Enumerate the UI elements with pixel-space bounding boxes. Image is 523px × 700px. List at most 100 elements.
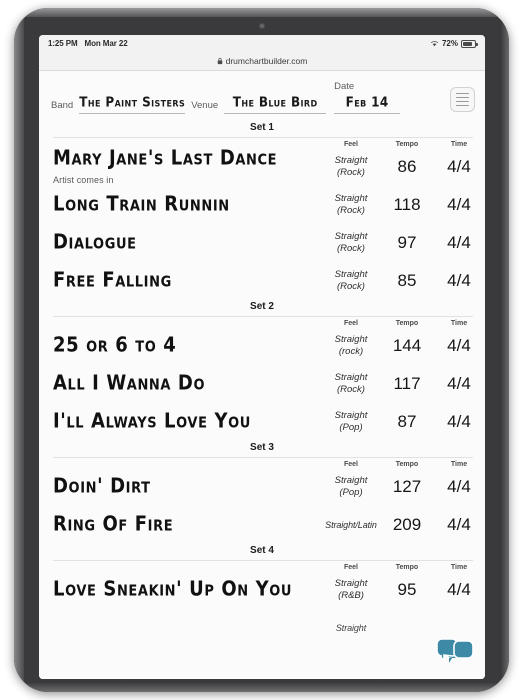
song-title-wrap: I'll Always Love You xyxy=(53,409,321,434)
song-feel-main: Straight xyxy=(334,578,368,590)
column-header-spacer xyxy=(39,564,321,571)
song-title: I'll Always Love You xyxy=(53,409,251,434)
chart-header-form: Band The Paint Sisters Venue The Blue Bi… xyxy=(39,71,485,121)
venue-value: The Blue Bird xyxy=(232,94,318,110)
song-row[interactable]: Free Falling Straight (Rock) 85 4/4 xyxy=(39,262,485,300)
tablet-screen: 1:25 PM Mon Mar 22 72% drumchartbuilder. xyxy=(39,35,485,679)
column-header-row: Feel Tempo Time xyxy=(39,317,485,327)
set-title: Set 1 xyxy=(250,122,274,133)
song-feel: Straight (Rock) xyxy=(321,269,381,292)
column-header-time: Time xyxy=(450,141,468,148)
column-header-spacer xyxy=(39,461,321,468)
column-header-time: Time xyxy=(450,320,468,327)
status-bar-left: 1:25 PM Mon Mar 22 xyxy=(48,39,128,48)
song-time: 4/4 xyxy=(447,477,471,496)
song-feel-main: Straight xyxy=(334,372,368,384)
set-list: Set 1 Feel Tempo Time Mary Jane's Last Dance… xyxy=(39,121,485,647)
song-tempo: 87 xyxy=(397,412,417,431)
song-feel: Straight (Pop) xyxy=(321,410,381,433)
battery-icon xyxy=(461,39,478,48)
set-title: Set 2 xyxy=(250,301,274,312)
song-feel-sub: (Rock) xyxy=(337,281,365,292)
song-row[interactable]: Doin' Dirt Straight (Pop) 127 4/4 xyxy=(39,468,485,506)
drum-chart-page: Band The Paint Sisters Venue The Blue Bi… xyxy=(39,71,485,679)
song-feel-main: Straight xyxy=(334,155,368,167)
song-row[interactable]: Straight xyxy=(39,609,485,647)
song-row[interactable]: I'll Always Love You Straight (Pop) 87 4/4 xyxy=(39,403,485,441)
song-row[interactable]: 25 or 6 to 4 Straight (rock) 144 4/4 xyxy=(39,327,485,365)
song-row[interactable]: Mary Jane's Last Dance Artist comes in Str… xyxy=(39,146,485,186)
status-time: 1:25 PM xyxy=(48,39,78,48)
song-title-wrap: Love Sneakin' Up On You xyxy=(53,577,321,602)
song-tempo: 144 xyxy=(392,336,422,355)
song-tempo: 118 xyxy=(393,195,421,214)
date-input[interactable]: Feb 14 xyxy=(334,93,401,114)
song-title-wrap: Dialogue xyxy=(53,230,321,255)
bezel-right xyxy=(501,8,509,692)
column-header-feel: Feel xyxy=(343,141,358,148)
song-feel-main: Straight xyxy=(334,269,368,281)
song-title: Dialogue xyxy=(53,230,137,255)
status-bar-right: 72% xyxy=(430,39,478,48)
band-input[interactable]: The Paint Sisters xyxy=(79,93,186,114)
song-feel-main: Straight xyxy=(334,475,368,487)
bottom-fade xyxy=(39,675,485,679)
song-title-wrap: Doin' Dirt xyxy=(53,474,321,499)
song-row[interactable]: All I Wanna Do Straight (Rock) 117 4/4 xyxy=(39,365,485,403)
lock-icon xyxy=(217,57,222,65)
bezel-top xyxy=(14,8,509,17)
song-row[interactable]: Love Sneakin' Up On You Straight (R&B) 95 4/… xyxy=(39,571,485,609)
menu-line xyxy=(456,92,469,95)
song-feel-sub: (Rock) xyxy=(337,384,365,395)
song-title: Love Sneakin' Up On You xyxy=(53,577,293,602)
song-feel: Straight (Pop) xyxy=(321,475,381,498)
song-feel: Straight/Latin xyxy=(321,520,381,531)
song-time: 4/4 xyxy=(447,157,471,176)
wifi-icon xyxy=(430,41,439,47)
song-title: Doin' Dirt xyxy=(53,474,151,499)
column-header-time: Time xyxy=(450,564,468,571)
song-title-wrap: Free Falling xyxy=(53,269,321,291)
chat-bubbles-icon[interactable] xyxy=(435,633,475,667)
song-title: All I Wanna Do xyxy=(53,371,206,396)
song-note: Artist comes in xyxy=(53,175,114,186)
column-header-tempo: Tempo xyxy=(395,320,419,327)
menu-line xyxy=(456,96,469,99)
song-row[interactable]: Long Train Runnin Straight (Rock) 118 4/4 xyxy=(39,186,485,224)
set-title: Set 4 xyxy=(250,545,274,556)
song-feel: Straight (Rock) xyxy=(321,231,381,254)
song-row[interactable]: Dialogue Straight (Rock) 97 4/4 xyxy=(39,224,485,262)
hamburger-menu-icon[interactable] xyxy=(450,87,475,112)
date-field-group: Date Feb 14 xyxy=(334,81,401,114)
set-section: Set 2 Feel Tempo Time 25 or 6 to 4 Straight (r… xyxy=(39,300,485,441)
song-feel: Straight (Rock) xyxy=(321,372,381,395)
song-title-wrap: 25 or 6 to 4 xyxy=(53,333,321,358)
browser-url-bar[interactable]: drumchartbuilder.com xyxy=(39,52,485,71)
song-time: 4/4 xyxy=(447,515,471,534)
song-feel: Straight xyxy=(321,623,381,634)
band-label: Band xyxy=(51,100,74,111)
url-text: drumchartbuilder.com xyxy=(225,56,308,66)
song-row[interactable]: Ring Of Fire Straight/Latin 209 4/4 xyxy=(39,506,485,544)
song-title: Mary Jane's Last Dance xyxy=(53,146,278,171)
song-title: 25 or 6 to 4 xyxy=(53,333,177,358)
set-section: Set 1 Feel Tempo Time Mary Jane's Last Dance… xyxy=(39,121,485,300)
song-tempo: 97 xyxy=(397,233,417,252)
song-tempo: 95 xyxy=(397,580,417,599)
song-title-wrap: Long Train Runnin xyxy=(53,193,321,215)
venue-input[interactable]: The Blue Bird xyxy=(224,93,327,114)
song-time: 4/4 xyxy=(447,412,471,431)
song-tempo: 85 xyxy=(397,271,417,290)
set-section: Set 4 Feel Tempo Time Love Sneakin' Up On Yo… xyxy=(39,544,485,647)
column-header-feel: Feel xyxy=(343,320,358,327)
song-feel-sub: (Rock) xyxy=(337,205,365,216)
song-feel-sub: (Rock) xyxy=(337,167,365,178)
song-feel-main: Straight xyxy=(334,193,368,205)
ipad-device-frame: 1:25 PM Mon Mar 22 72% drumchartbuilder. xyxy=(14,8,509,692)
column-header-row: Feel Tempo Time xyxy=(39,561,485,571)
song-feel-main: Straight xyxy=(334,231,368,243)
song-feel-sub: (Pop) xyxy=(339,487,363,498)
front-camera-icon xyxy=(258,23,265,29)
song-feel-sub: (rock) xyxy=(338,346,364,357)
status-bar: 1:25 PM Mon Mar 22 72% xyxy=(39,35,485,52)
